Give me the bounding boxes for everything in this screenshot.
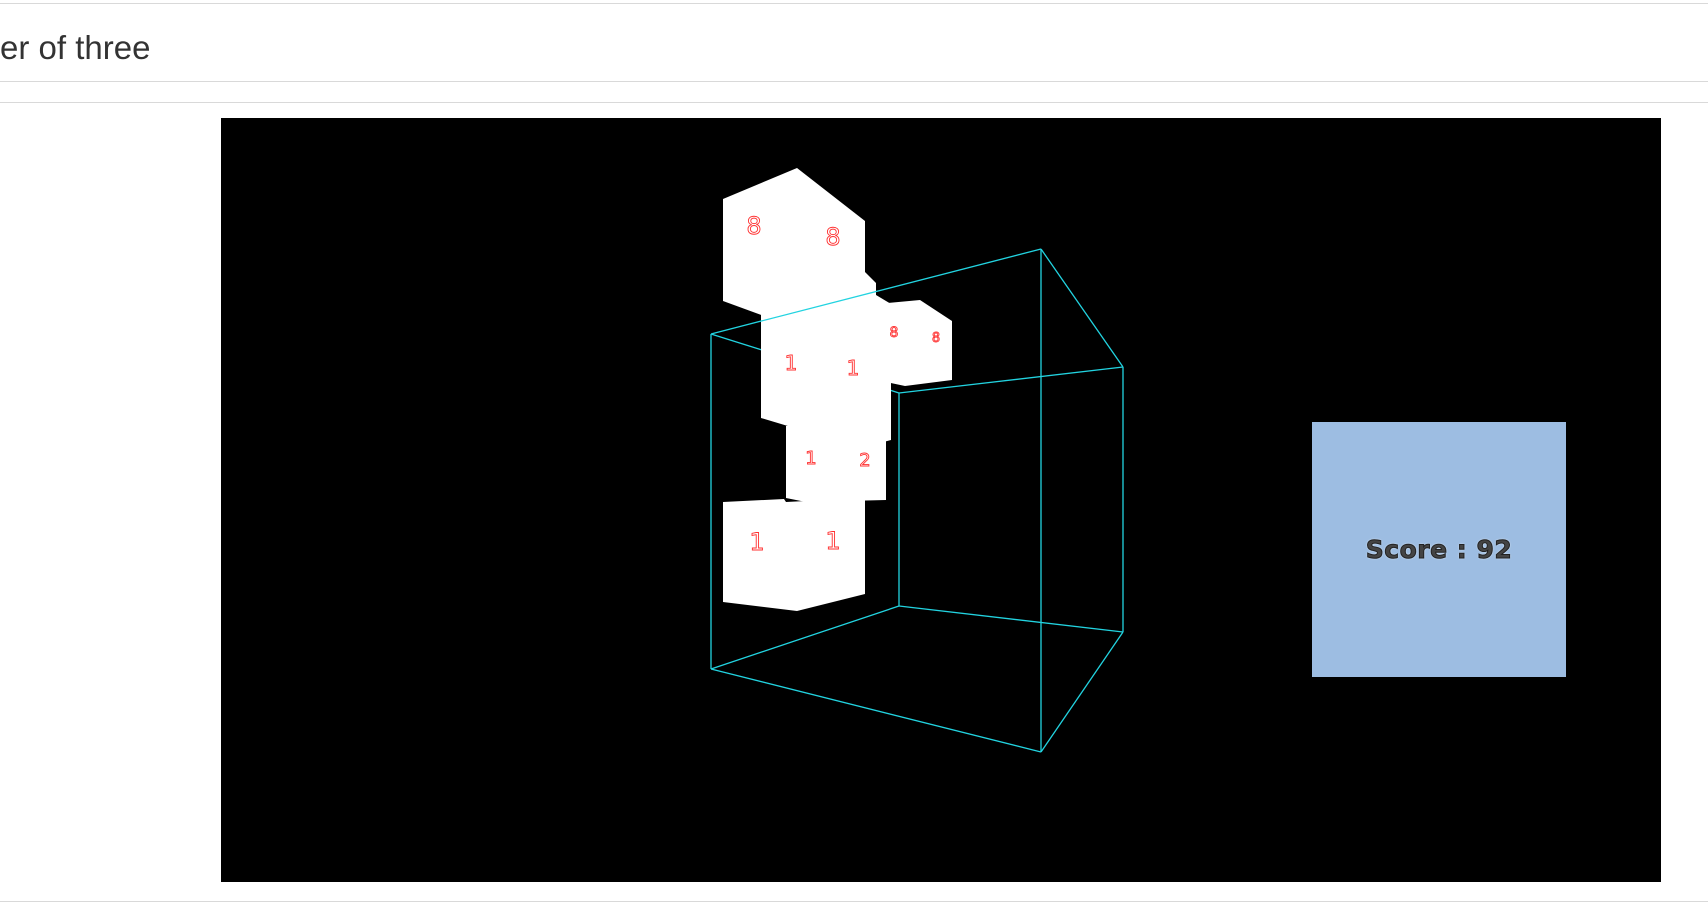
content-divider xyxy=(0,102,1708,103)
page: er of three 8 8 1 1 8 8 1 2 1 1 Score: … xyxy=(0,0,1708,903)
bottom-divider xyxy=(0,901,1708,902)
cube-number: 2 xyxy=(859,450,870,471)
cube xyxy=(786,424,886,502)
wire-edge xyxy=(710,668,1042,753)
cube-number: 8 xyxy=(825,223,840,251)
score-panel: Score : 92 xyxy=(1312,422,1566,677)
cube-number: 8 xyxy=(746,212,761,240)
cube xyxy=(761,286,891,448)
cube-number: 1 xyxy=(749,528,764,556)
wire-edge xyxy=(710,605,900,670)
wire-edge xyxy=(1040,631,1124,753)
wire-edge xyxy=(1040,248,1124,368)
cube-number: 1 xyxy=(825,527,840,555)
cube xyxy=(877,300,952,386)
cube-number: 1 xyxy=(785,351,798,375)
cube-number: 1 xyxy=(805,448,816,469)
game-canvas[interactable]: 8 8 1 1 8 8 1 2 1 1 Score: 92 xyxy=(221,118,1661,882)
cube-number: 1 xyxy=(847,356,860,380)
wire-edge xyxy=(898,605,1124,633)
cube-number: 8 xyxy=(932,331,940,346)
cube-number: 8 xyxy=(890,325,899,341)
cube xyxy=(723,498,865,611)
score-label: Score : 92 xyxy=(1365,535,1513,565)
page-title: er of three xyxy=(0,29,151,66)
title-bar: er of three xyxy=(0,4,1708,80)
title-divider xyxy=(0,81,1708,82)
